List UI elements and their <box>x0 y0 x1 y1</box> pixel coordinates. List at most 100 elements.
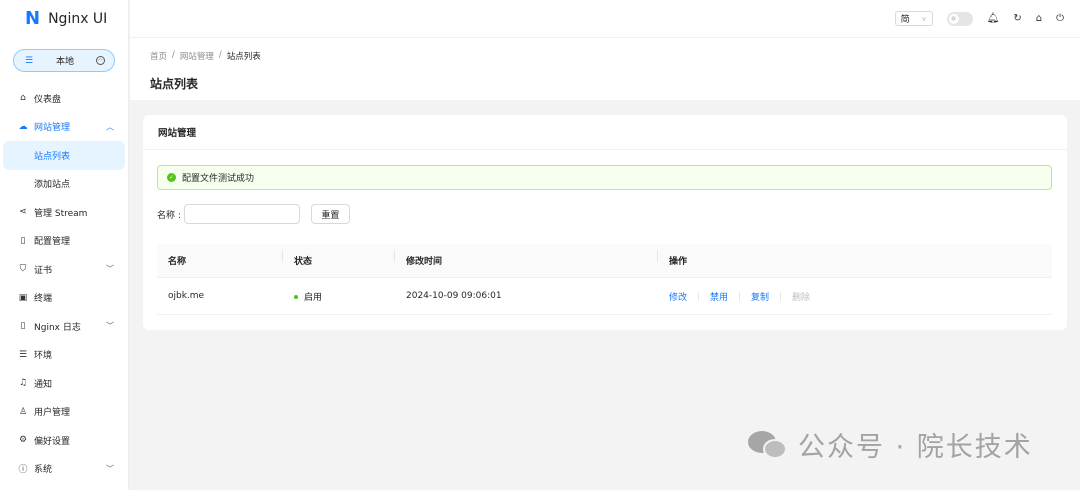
environment-label: 本地 <box>55 57 74 67</box>
page-title: 站点列表 <box>150 77 199 91</box>
logo[interactable]: N Nginx UI <box>0 0 128 37</box>
sidebar-item-label: 管理 Stream <box>34 208 88 219</box>
column-header-actions: 操作 <box>669 257 688 267</box>
sidebar-item-certificates[interactable]: ⛉ 证书 ﹀ <box>0 255 128 284</box>
status-text: 启用 <box>304 292 323 303</box>
sidebar-item-notifications[interactable]: ♫ 通知 <box>0 369 128 398</box>
sidebar-item-label: 通知 <box>34 379 53 390</box>
logout-icon[interactable]: ⏻ <box>1056 13 1064 24</box>
sidebar-item-nginx-log[interactable]: ▯ Nginx 日志 ﹀ <box>0 312 128 341</box>
divider <box>780 291 782 301</box>
status-dot-icon <box>294 295 298 299</box>
disable-button[interactable]: 禁用 <box>710 290 728 303</box>
bell-icon[interactable]: 🔔︎ <box>987 13 1000 24</box>
breadcrumb-separator: / <box>172 50 175 60</box>
page-header: 首页 / 网站管理 / 站点列表 站点列表 <box>130 37 1080 100</box>
divider <box>739 291 741 301</box>
sidebar-item-config[interactable]: ▯ 配置管理 <box>0 227 128 256</box>
sidebar-item-label: Nginx 日志 <box>34 322 81 333</box>
sidebar-item-label: 系统 <box>34 465 53 476</box>
sidebar-item-dashboard[interactable]: ⌂ 仪表盘 <box>0 84 128 113</box>
breadcrumb-separator: / <box>218 50 222 60</box>
sidebar-item-label: 证书 <box>34 265 53 276</box>
sidebar-item-system[interactable]: ⓘ 系统 ﹀ <box>0 455 128 484</box>
chevron-up-icon: ︿ <box>106 122 114 132</box>
sites-table: 名称 状态 修改时间 操作 ojbk.me 启用 2024-10-09 09:0… <box>157 244 1052 315</box>
logo-mark: N <box>25 8 41 29</box>
success-alert: ✓ 配置文件测试成功 <box>157 165 1052 190</box>
breadcrumb-current: 站点列表 <box>226 52 261 62</box>
list-icon: ☰ <box>18 349 28 360</box>
row-actions: 修改 禁用 复制 删除 <box>658 290 1052 303</box>
top-header: 简 ∨ ☼ 🔔︎ ↻ ⌂ ⏻ <box>130 0 1080 37</box>
site-status: 启用 <box>283 290 395 303</box>
sidebar-item-add-site[interactable]: 添加站点 <box>0 170 128 199</box>
name-search-input[interactable] <box>183 204 300 224</box>
sidebar-item-environment[interactable]: ☰ 环境 <box>0 341 128 370</box>
wechat-icon <box>748 429 790 461</box>
list-icon: ☰ <box>24 55 34 66</box>
breadcrumb-home[interactable]: 首页 <box>150 50 167 62</box>
language-value: 简 <box>900 15 910 25</box>
edit-button[interactable]: 修改 <box>669 290 687 303</box>
theme-toggle[interactable]: ☼ <box>946 11 973 26</box>
home-icon: ⌂ <box>20 93 26 104</box>
site-management-card: 网站管理 ✓ 配置文件测试成功 名称 : 重置 名称 状态 修改时间 操作 oj… <box>143 115 1067 330</box>
sidebar-item-label: 仪表盘 <box>34 94 62 105</box>
divider <box>698 291 700 301</box>
table-row: ojbk.me 启用 2024-10-09 09:06:01 修改 禁用 复制 … <box>157 278 1052 315</box>
check-circle-icon: ✓ <box>167 173 176 182</box>
sidebar-item-label: 用户管理 <box>34 408 71 419</box>
delete-button: 删除 <box>792 292 811 303</box>
sidebar-item-label: 站点列表 <box>34 151 71 162</box>
site-modified-time: 2024-10-09 09:06:01 <box>406 291 502 301</box>
gear-icon: ⚙ <box>18 435 28 446</box>
reset-button[interactable]: 重置 <box>310 204 350 224</box>
info-icon: ⓘ <box>18 465 28 476</box>
chevron-down-icon: ﹀ <box>106 464 114 474</box>
sidebar-item-label: 配置管理 <box>34 237 71 248</box>
site-name: ojbk.me <box>168 291 205 301</box>
home-icon[interactable]: ⌂ <box>1036 13 1042 24</box>
chevron-down-icon: ∨ <box>921 14 927 23</box>
app-title: Nginx UI <box>48 10 108 27</box>
sidebar-item-stream[interactable]: ⋖ 管理 Stream <box>0 198 128 227</box>
alert-message: 配置文件测试成功 <box>182 174 255 184</box>
column-header-name[interactable]: 名称 <box>157 250 283 267</box>
environment-switch[interactable]: ☰ 本地 ◠ <box>13 49 115 72</box>
sidebar-item-label: 添加站点 <box>34 180 71 191</box>
duplicate-button[interactable]: 复制 <box>751 290 769 303</box>
sidebar-item-label: 环境 <box>34 351 53 362</box>
sidebar-item-sites[interactable]: ☁ 网站管理 ︿ <box>0 113 128 142</box>
breadcrumb-sites[interactable]: 网站管理 <box>180 50 214 62</box>
card-title: 网站管理 <box>143 115 1067 150</box>
bell-icon: ♫ <box>18 378 28 389</box>
sun-icon: ☼ <box>948 13 959 24</box>
column-header-modified[interactable]: 修改时间 <box>395 250 658 267</box>
watermark-text: 公众号 · 院长技术 <box>798 432 1033 463</box>
column-header-status[interactable]: 状态 <box>283 250 395 267</box>
sidebar-item-label: 偏好设置 <box>34 436 71 447</box>
file-icon: ▯ <box>20 235 26 246</box>
sidebar-item-terminal[interactable]: ▣ 终端 <box>0 284 128 313</box>
dashboard-icon: ◠ <box>95 56 105 65</box>
reload-icon[interactable]: ↻ <box>1013 13 1021 24</box>
breadcrumb: 首页 / 网站管理 / 站点列表 <box>150 50 1080 62</box>
sidebar-menu: ⌂ 仪表盘 ☁ 网站管理 ︿ 站点列表 添加站点 ⋖ 管理 Stream ▯ 配… <box>0 84 128 483</box>
table-header: 名称 状态 修改时间 操作 <box>157 244 1052 278</box>
file-icon: ▯ <box>20 321 26 332</box>
language-select[interactable]: 简 ∨ <box>894 11 933 26</box>
name-label: 名称 : <box>157 210 181 221</box>
terminal-icon: ▣ <box>18 292 28 303</box>
cloud-icon: ☁ <box>18 121 28 132</box>
sidebar: N Nginx UI ☰ 本地 ◠ ⌂ 仪表盘 ☁ 网站管理 ︿ 站点列表 添加… <box>0 0 129 490</box>
sidebar-item-label: 终端 <box>34 294 53 305</box>
chevron-down-icon: ﹀ <box>106 264 114 274</box>
share-icon: ⋖ <box>19 207 27 218</box>
sidebar-item-preferences[interactable]: ⚙ 偏好设置 <box>0 426 128 455</box>
shield-icon: ⛉ <box>19 264 27 275</box>
sidebar-item-users[interactable]: ♙ 用户管理 <box>0 398 128 427</box>
sidebar-item-site-list[interactable]: 站点列表 <box>3 141 125 170</box>
search-form: 名称 : 重置 <box>157 204 350 224</box>
watermark: 公众号 · 院长技术 <box>748 425 1033 464</box>
